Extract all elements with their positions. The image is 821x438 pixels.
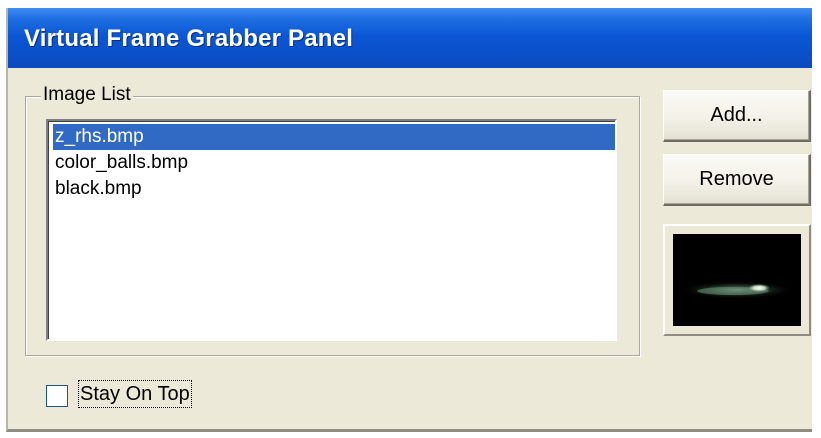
image-listbox[interactable]: z_rhs.bmp color_balls.bmp black.bmp	[46, 119, 617, 341]
virtual-frame-grabber-window: Virtual Frame Grabber Panel Image List z…	[6, 8, 812, 432]
remove-button[interactable]: Remove	[663, 154, 811, 206]
window-title: Virtual Frame Grabber Panel	[24, 25, 354, 52]
stay-on-top-checkbox[interactable]	[46, 385, 68, 407]
add-button[interactable]: Add...	[663, 90, 811, 142]
stay-on-top-label[interactable]: Stay On Top	[78, 380, 192, 408]
image-preview-icon	[673, 234, 801, 326]
list-item[interactable]: color_balls.bmp	[53, 150, 615, 176]
image-list-group-label: Image List	[41, 84, 133, 106]
list-item[interactable]: black.bmp	[53, 176, 615, 202]
image-preview-thumbnail	[673, 234, 801, 326]
title-bar[interactable]: Virtual Frame Grabber Panel	[8, 8, 812, 68]
image-preview-frame	[663, 224, 811, 336]
list-item[interactable]: z_rhs.bmp	[53, 124, 615, 150]
